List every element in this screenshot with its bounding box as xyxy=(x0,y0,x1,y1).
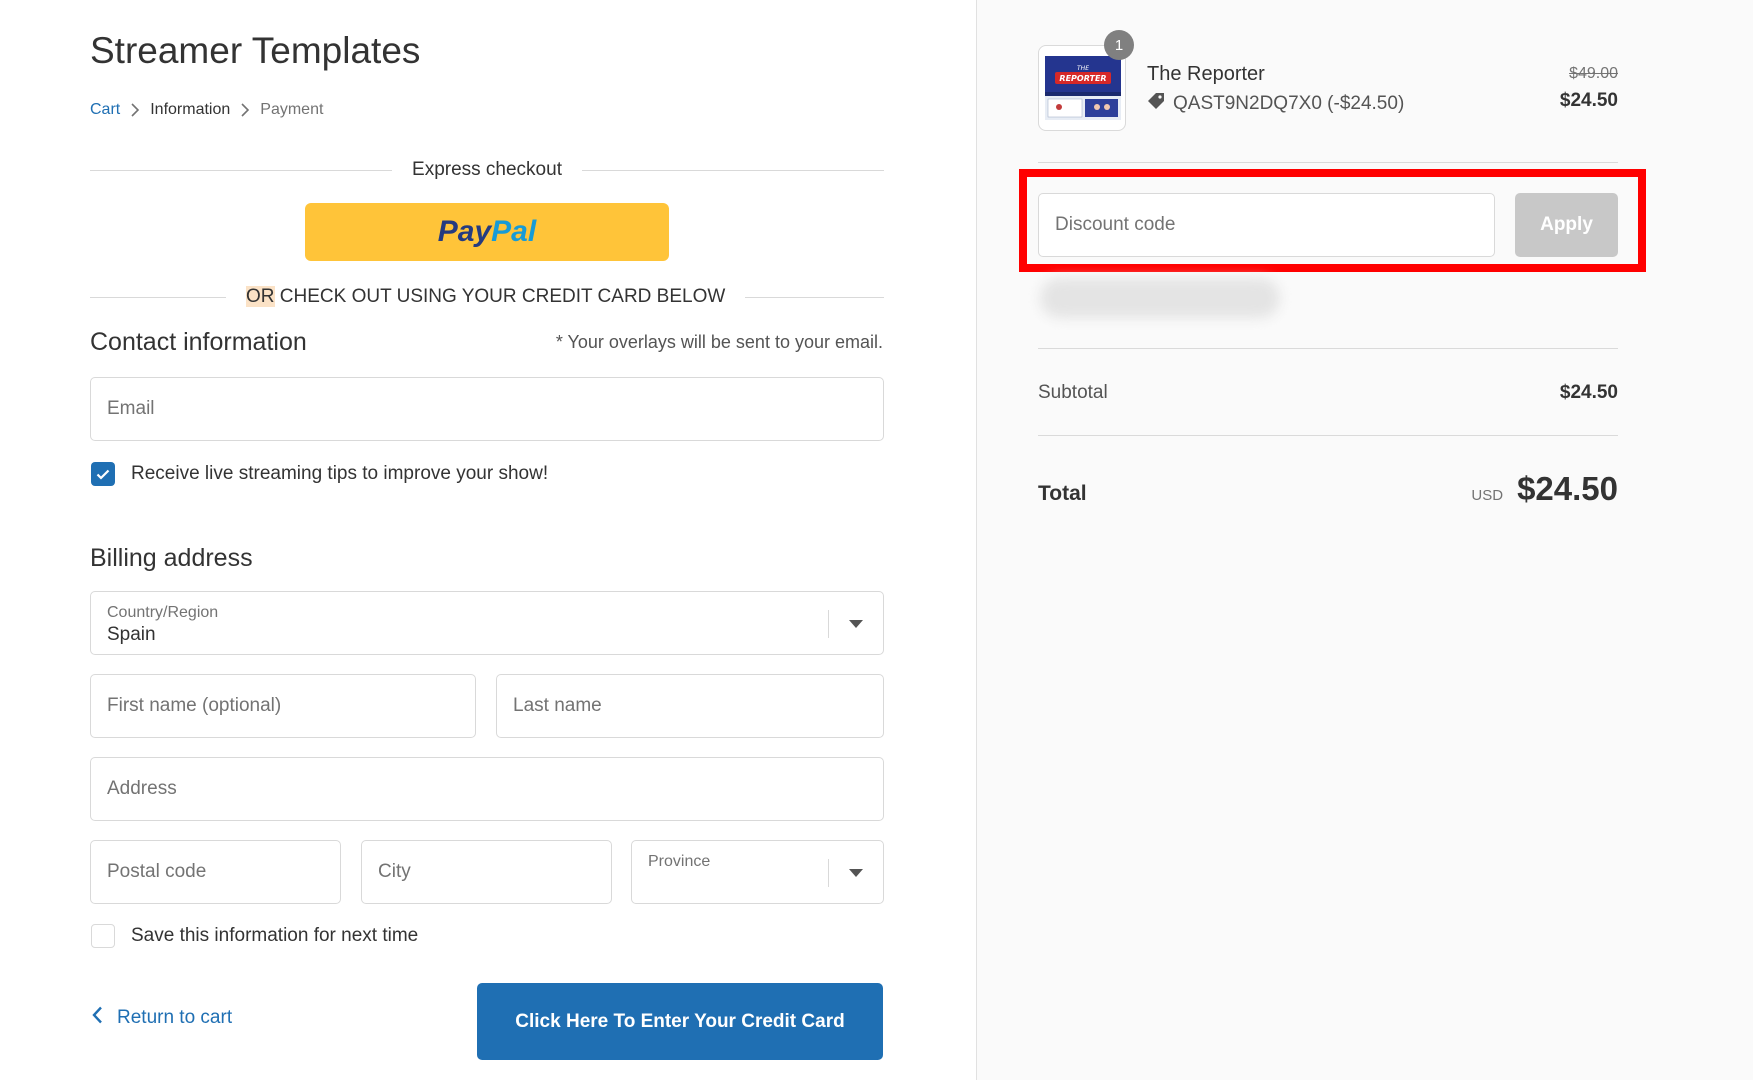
last-name-input[interactable] xyxy=(497,675,883,737)
alt-checkout-text: CHECK OUT USING YOUR CREDIT CARD BELOW xyxy=(274,286,726,307)
breadcrumb: Cart Information Payment xyxy=(90,101,323,119)
first-name-input[interactable] xyxy=(91,675,475,737)
contact-title: Contact information xyxy=(90,328,307,356)
postal-code-field[interactable] xyxy=(90,840,341,904)
country-value: Spain xyxy=(107,624,156,645)
save-info-label: Save this information for next time xyxy=(131,925,419,946)
save-info-checkbox[interactable] xyxy=(91,924,115,948)
subtotal-value: $24.50 xyxy=(1559,382,1618,403)
city-field[interactable] xyxy=(361,840,612,904)
apply-button[interactable]: Apply xyxy=(1515,193,1618,257)
subtotal-label: Subtotal xyxy=(1038,382,1108,403)
divider xyxy=(1038,435,1618,436)
billing-title: Billing address xyxy=(90,544,253,572)
discount-code-input[interactable] xyxy=(1039,194,1494,256)
select-separator xyxy=(828,610,829,638)
breadcrumb-information: Information xyxy=(150,101,231,118)
divider xyxy=(1038,348,1618,349)
breadcrumb-cart[interactable]: Cart xyxy=(90,101,120,119)
marketing-label: Receive live streaming tips to improve y… xyxy=(131,463,549,484)
breadcrumb-payment: Payment xyxy=(260,101,324,118)
divider xyxy=(1038,162,1618,163)
total-label: Total xyxy=(1038,482,1087,505)
paypal-logo-part1: Pay xyxy=(437,215,492,248)
total-value: $24.50 xyxy=(1517,470,1618,507)
country-select[interactable]: Country/Region Spain xyxy=(90,591,884,655)
return-to-cart-link[interactable]: Return to cart xyxy=(92,1006,232,1030)
quantity-badge: 1 xyxy=(1104,30,1134,60)
chevron-down-icon xyxy=(849,620,863,628)
province-select[interactable]: Province xyxy=(631,840,884,904)
express-checkout-label: Express checkout xyxy=(412,159,562,180)
product-discount: QAST9N2DQ7X0 (-$24.50) xyxy=(1147,92,1404,116)
thumb-text: REPORTER xyxy=(1059,74,1106,83)
select-separator xyxy=(828,859,829,887)
marketing-optin[interactable]: Receive live streaming tips to improve y… xyxy=(91,462,548,486)
total-row: Total USD $24.50 xyxy=(1038,470,1618,508)
discount-code-text: QAST9N2DQ7X0 (-$24.50) xyxy=(1173,93,1405,114)
currency-code: USD xyxy=(1471,487,1504,504)
product-image: THE REPORTER xyxy=(1045,56,1121,120)
country-label: Country/Region xyxy=(107,604,219,621)
blurred-discount-chip xyxy=(1040,278,1280,318)
shop-title[interactable]: Streamer Templates xyxy=(90,30,420,72)
or-highlight: OR xyxy=(246,286,275,307)
thumb-text-top: THE xyxy=(1077,65,1089,72)
chevron-right-icon xyxy=(230,103,260,117)
postal-code-input[interactable] xyxy=(91,841,340,903)
marketing-checkbox[interactable] xyxy=(91,462,115,486)
city-input[interactable] xyxy=(362,841,611,903)
continue-button[interactable]: Click Here To Enter Your Credit Card xyxy=(477,983,883,1060)
address-input[interactable] xyxy=(91,758,883,820)
checkout-main: Streamer Templates Cart Information Paym… xyxy=(0,0,976,1080)
chevron-right-icon xyxy=(120,103,150,117)
discount-code-field[interactable] xyxy=(1038,193,1495,257)
express-checkout-divider: Express checkout xyxy=(90,159,884,181)
save-info-optin[interactable]: Save this information for next time xyxy=(91,924,418,948)
chevron-left-icon xyxy=(92,1006,103,1030)
total-amount: USD $24.50 xyxy=(1471,470,1618,508)
discounted-price: $24.50 xyxy=(1559,90,1618,111)
tag-icon xyxy=(1147,92,1165,116)
province-label: Province xyxy=(648,853,711,870)
checkmark-icon xyxy=(96,469,110,480)
paypal-button[interactable]: Pay Pal xyxy=(305,203,669,261)
contact-note: * Your overlays will be sent to your ema… xyxy=(555,332,883,352)
last-name-field[interactable] xyxy=(496,674,884,738)
paypal-logo-part2: Pal xyxy=(491,215,537,248)
address-field[interactable] xyxy=(90,757,884,821)
original-price: $49.00 xyxy=(1569,65,1618,82)
product-name: The Reporter xyxy=(1147,63,1265,85)
alt-checkout-label: OR CHECK OUT USING YOUR CREDIT CARD BELO… xyxy=(226,286,745,308)
email-field[interactable] xyxy=(90,377,884,441)
chevron-down-icon xyxy=(849,869,863,877)
return-to-cart-label: Return to cart xyxy=(117,1007,233,1028)
alt-checkout-divider: OR CHECK OUT USING YOUR CREDIT CARD BELO… xyxy=(90,286,884,308)
email-input[interactable] xyxy=(91,378,883,440)
subtotal-row: Subtotal $24.50 xyxy=(1038,382,1618,404)
first-name-field[interactable] xyxy=(90,674,476,738)
